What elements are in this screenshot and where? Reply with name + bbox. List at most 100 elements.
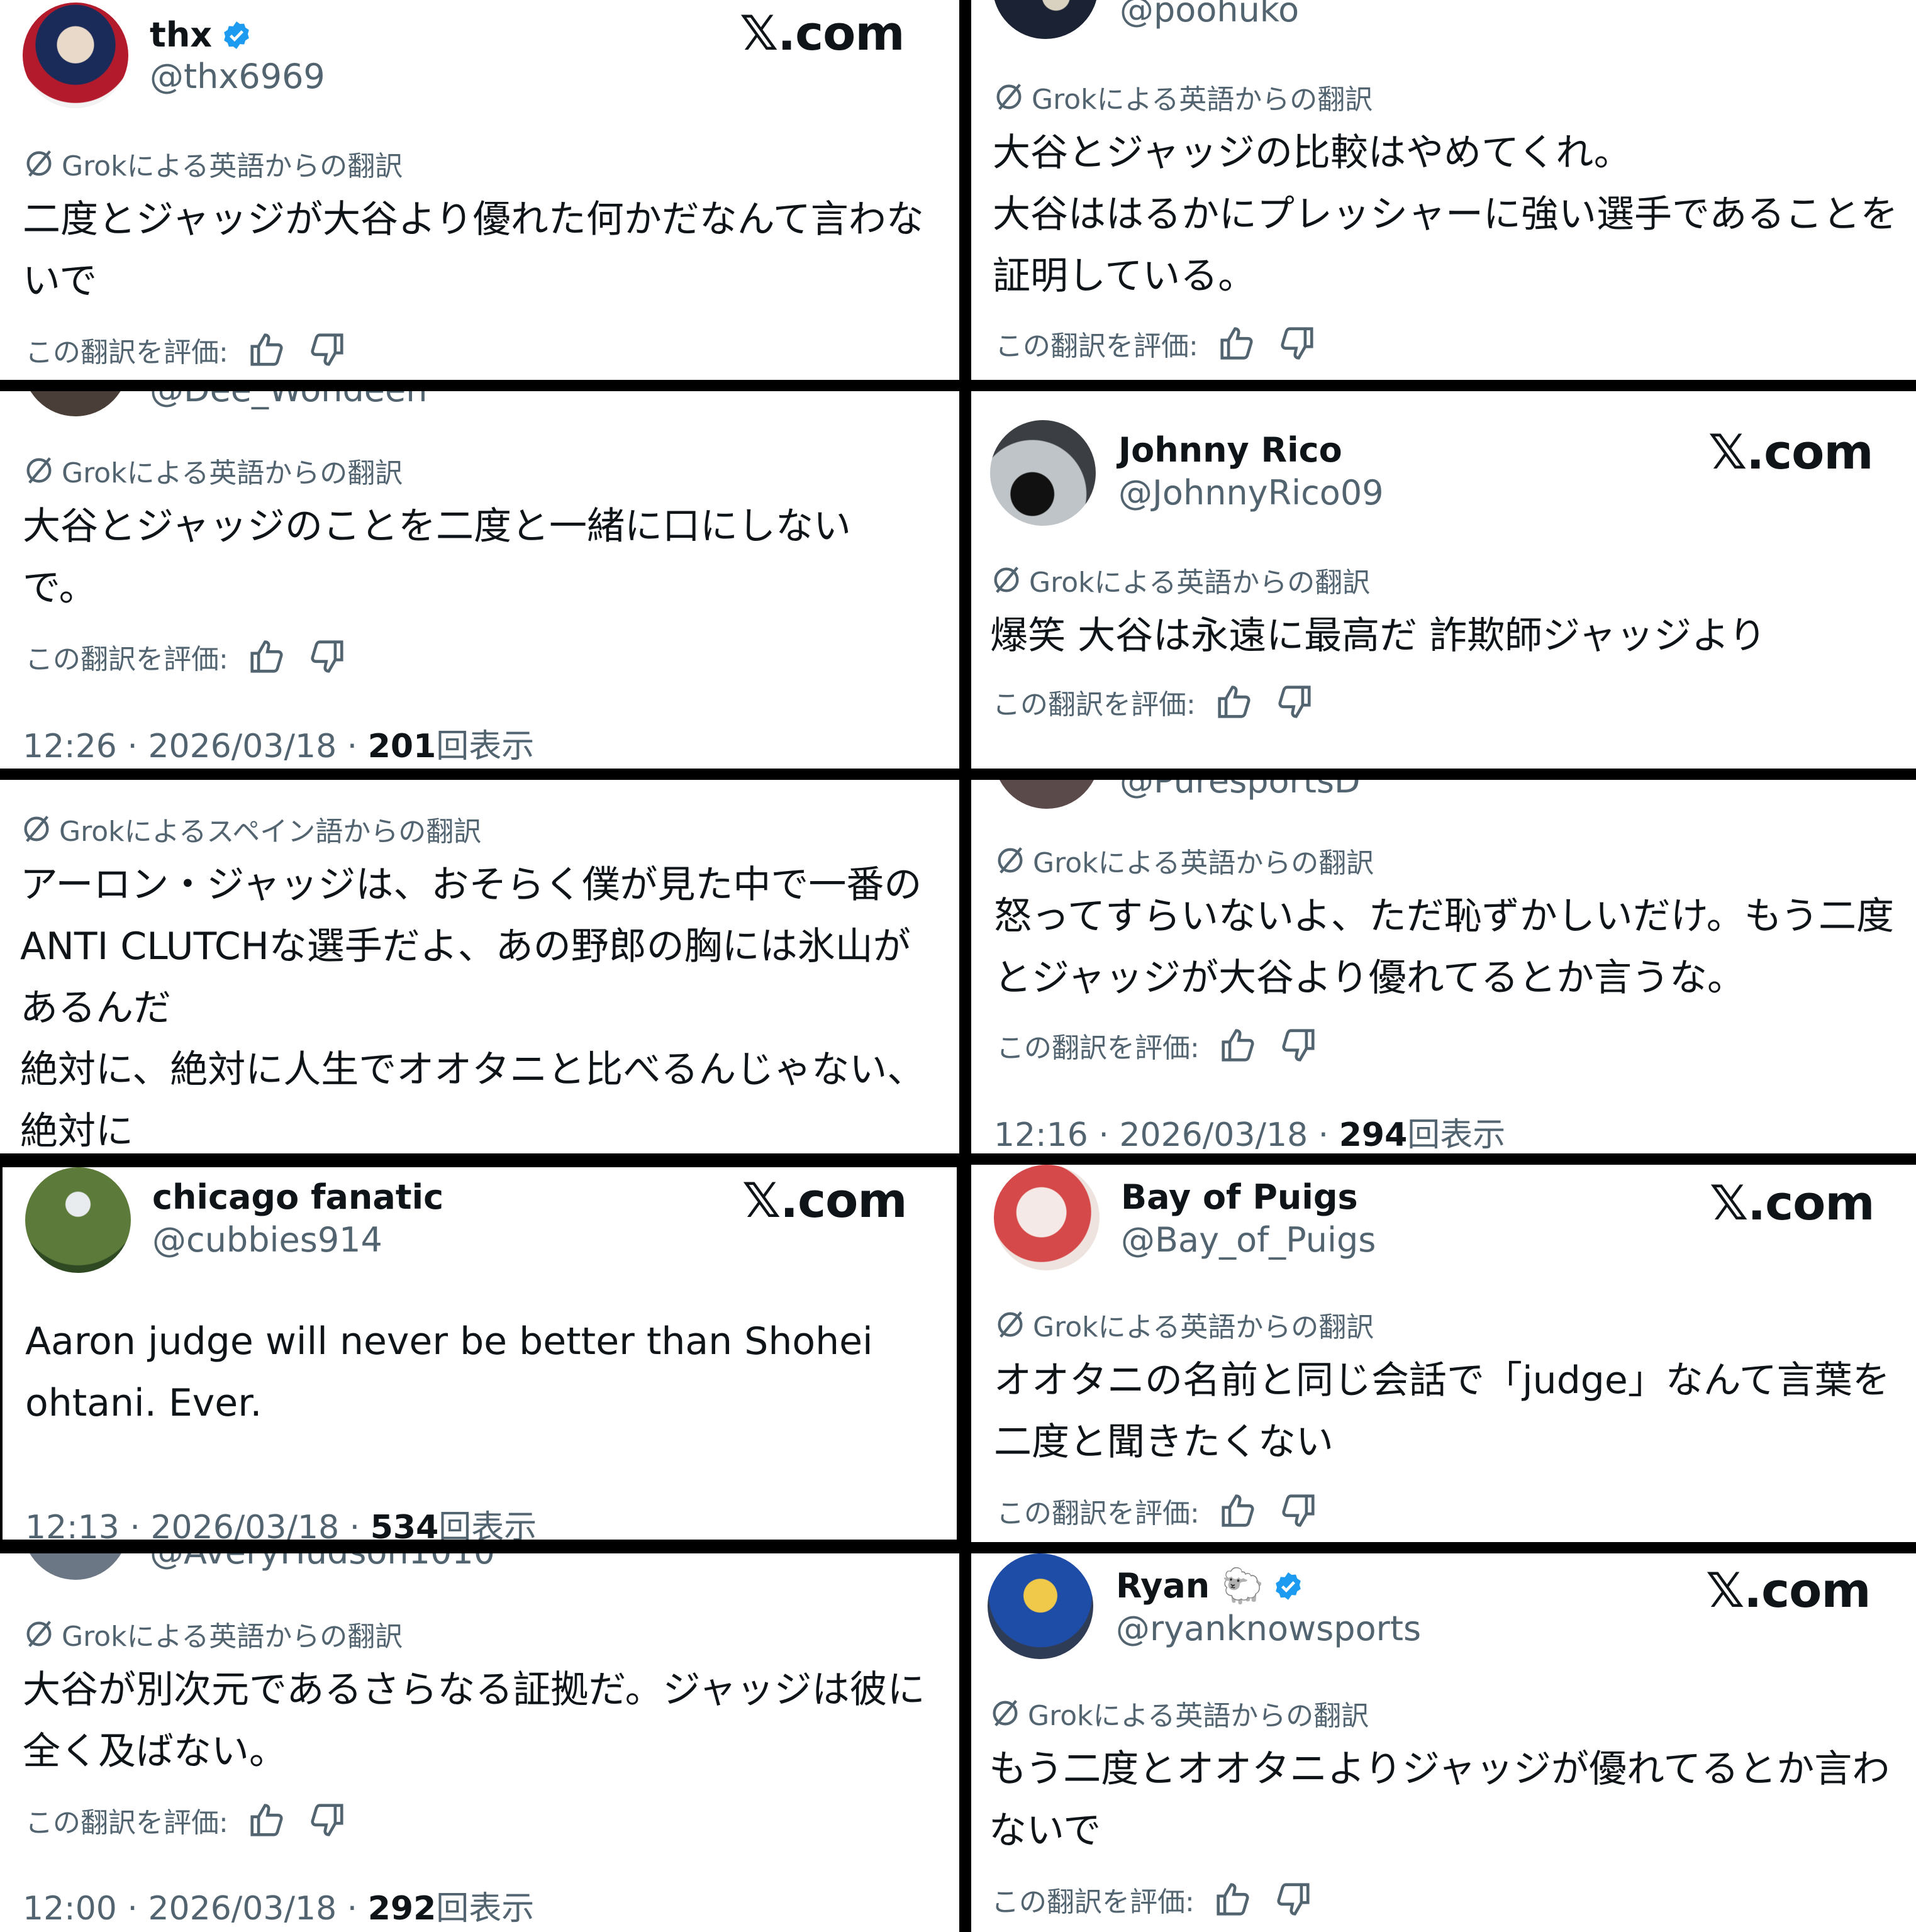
view-count: 294: [1339, 1116, 1408, 1153]
views-suffix: 回表示: [438, 1509, 537, 1542]
grok-icon: [26, 1621, 52, 1647]
x-com-logo: 𝕏.com: [740, 5, 905, 61]
tweet-text: アーロン・ジャッジは、おそらく僕が見た中で一番のANTI CLUTCHな選手だよ…: [20, 863, 925, 1153]
rate-label: この翻訳を評価:: [993, 689, 1196, 721]
grok-label-text: Grokによる英語からの翻訳: [62, 1621, 403, 1653]
thumbs-up-icon[interactable]: [247, 330, 286, 369]
user-handle[interactable]: @thx6969: [150, 57, 325, 96]
display-name-text: chicago fanatic: [152, 1177, 444, 1217]
thumbs-down-icon[interactable]: [308, 637, 347, 676]
grok-label-text: Grokによる英語からの翻訳: [62, 150, 403, 182]
timestamp[interactable]: 12:00 · 2026/03/18 ·: [23, 1890, 368, 1928]
grok-label-text: Grokによる英語からの翻訳: [1029, 567, 1371, 599]
grok-translation-label: Grokによる英語からの翻訳: [990, 560, 1370, 600]
tweet-text: Aaron judge will never be better than Sh…: [25, 1319, 873, 1425]
thumbs-up-icon[interactable]: [1217, 324, 1256, 363]
grok-icon: [998, 1311, 1023, 1338]
rate-translation: この翻訳を評価:: [991, 1879, 1313, 1919]
display-name[interactable]: Bay of Puigs: [1121, 1177, 1358, 1217]
x-com-logo: 𝕏.com: [1710, 1175, 1875, 1231]
x-com-logo: 𝕏.com: [1706, 1562, 1871, 1618]
view-count: 201: [367, 728, 437, 765]
views-suffix: 回表示: [436, 728, 535, 765]
thumbs-down-icon[interactable]: [308, 1801, 347, 1840]
rate-label: この翻訳を評価:: [991, 1886, 1195, 1918]
timestamp-views: 12:26 · 2026/03/18 · 201回表示: [23, 719, 534, 767]
grok-icon: [996, 84, 1022, 110]
avatar[interactable]: [23, 1553, 128, 1580]
avatar[interactable]: [994, 1165, 1100, 1270]
user-handle[interactable]: @poohuko: [1120, 0, 1299, 30]
verified-badge-icon: [224, 21, 249, 49]
user-handle[interactable]: @cubbies914: [152, 1220, 382, 1260]
thumbs-down-icon[interactable]: [1279, 1491, 1318, 1530]
thumbs-down-icon[interactable]: [1278, 324, 1317, 363]
grok-translation-label: Grokによる英語からの翻訳: [23, 450, 403, 491]
rate-label: この翻訳を評価:: [996, 1032, 1200, 1064]
avatar[interactable]: [994, 780, 1100, 809]
rate-translation: この翻訳を評価:: [996, 1491, 1318, 1531]
grok-icon: [994, 567, 1019, 593]
grok-label-text: Grokによる英語からの翻訳: [1028, 1700, 1369, 1732]
timestamp-views: 12:00 · 2026/03/18 · 292回表示: [23, 1882, 534, 1929]
grok-icon: [26, 150, 52, 177]
avatar[interactable]: [25, 1167, 131, 1273]
thumbs-up-icon[interactable]: [1215, 682, 1254, 721]
grok-label-text: Grokによるスペイン語からの翻訳: [59, 816, 482, 848]
user-handle[interactable]: @Dee_Wondeen: [150, 391, 427, 409]
thumbs-up-icon[interactable]: [1218, 1491, 1257, 1530]
tweet-card-puresportsd: @PuresportsD Grokによる英語からの翻訳 怒ってすらいないよ、ただ…: [971, 780, 1916, 1153]
rate-translation: この翻訳を評価:: [993, 682, 1314, 722]
display-name[interactable]: Johnny Rico: [1118, 430, 1342, 470]
grok-label-text: Grokによる英語からの翻訳: [1033, 847, 1374, 879]
grok-label-text: Grokによる英語からの翻訳: [62, 457, 403, 489]
timestamp[interactable]: 12:26 · 2026/03/18 ·: [23, 728, 368, 765]
grok-icon: [24, 816, 49, 842]
thumbs-down-icon[interactable]: [1279, 1026, 1318, 1065]
tweet-text: 大谷とジャッジの比較はやめてくれ。 大谷ははるかにプレッシャーに強い選手であるこ…: [993, 131, 1898, 298]
thumbs-up-icon[interactable]: [247, 637, 286, 676]
user-handle[interactable]: @ryanknowsports: [1116, 1609, 1421, 1648]
display-name[interactable]: thx: [150, 15, 252, 55]
grok-translation-label: Grokによる英語からの翻訳: [989, 1693, 1369, 1733]
rate-translation: この翻訳を評価:: [25, 1800, 347, 1840]
tweet-text: 爆笑 大谷は永遠に最高だ 詐欺師ジャッジより: [990, 614, 1766, 658]
timestamp-views: 12:16 · 2026/03/18 · 294回表示: [994, 1108, 1505, 1153]
rate-translation: この翻訳を評価:: [25, 636, 347, 677]
avatar[interactable]: [23, 391, 128, 416]
grok-icon: [993, 1700, 1018, 1726]
avatar[interactable]: [993, 0, 1098, 39]
user-handle[interactable]: @AveryHudson1010: [150, 1553, 495, 1572]
tweet-text: 大谷が別次元であるさらなる証拠だ。ジャッジは彼に全く及ばない。: [23, 1668, 925, 1774]
thumbs-down-icon[interactable]: [308, 330, 347, 369]
rate-label: この翻訳を評価:: [995, 330, 1198, 362]
display-name-text: Johnny Rico: [1118, 430, 1342, 470]
avatar[interactable]: [23, 3, 128, 108]
timestamp[interactable]: 12:16 · 2026/03/18 ·: [994, 1116, 1339, 1153]
grok-label-text: Grokによる英語からの翻訳: [1032, 84, 1373, 116]
tweet-card-johnny-rico: Johnny Rico @JohnnyRico09 𝕏.com Grokによる英…: [971, 391, 1916, 769]
view-count: 534: [370, 1509, 439, 1542]
tweet-text: 怒ってすらいないよ、ただ恥ずかしいだけ。もう二度とジャッジが大谷より優れてるとか…: [994, 894, 1894, 1000]
x-com-logo: 𝕏.com: [1708, 424, 1874, 480]
rate-label: この翻訳を評価:: [25, 336, 228, 369]
thumbs-up-icon[interactable]: [1213, 1880, 1252, 1919]
thumbs-up-icon[interactable]: [1218, 1026, 1257, 1065]
display-name[interactable]: chicago fanatic: [152, 1177, 443, 1217]
user-handle[interactable]: @Bay_of_Puigs: [1121, 1220, 1376, 1260]
display-name[interactable]: Ryan 🐑: [1116, 1566, 1304, 1606]
user-handle[interactable]: @JohnnyRico09: [1118, 473, 1384, 513]
tweet-card-dee-wondeen: @Dee_Wondeen Grokによる英語からの翻訳 大谷とジャッジのことを二…: [0, 391, 959, 769]
thumbs-up-icon[interactable]: [247, 1801, 286, 1840]
tweet-card-poohuko: @poohuko Grokによる英語からの翻訳 大谷とジャッジの比較はやめてくれ…: [971, 0, 1916, 380]
grok-icon: [26, 457, 52, 484]
grok-translation-label: Grokによるスペイン語からの翻訳: [20, 809, 481, 849]
avatar[interactable]: [990, 420, 1096, 526]
user-handle[interactable]: @PuresportsD: [1120, 780, 1361, 801]
thumbs-down-icon[interactable]: [1275, 682, 1314, 721]
grok-icon: [998, 847, 1023, 874]
rate-label: この翻訳を評価:: [25, 643, 228, 675]
timestamp[interactable]: 12:13 · 2026/03/18 ·: [25, 1509, 370, 1540]
thumbs-down-icon[interactable]: [1274, 1880, 1313, 1919]
avatar[interactable]: [988, 1553, 1093, 1659]
